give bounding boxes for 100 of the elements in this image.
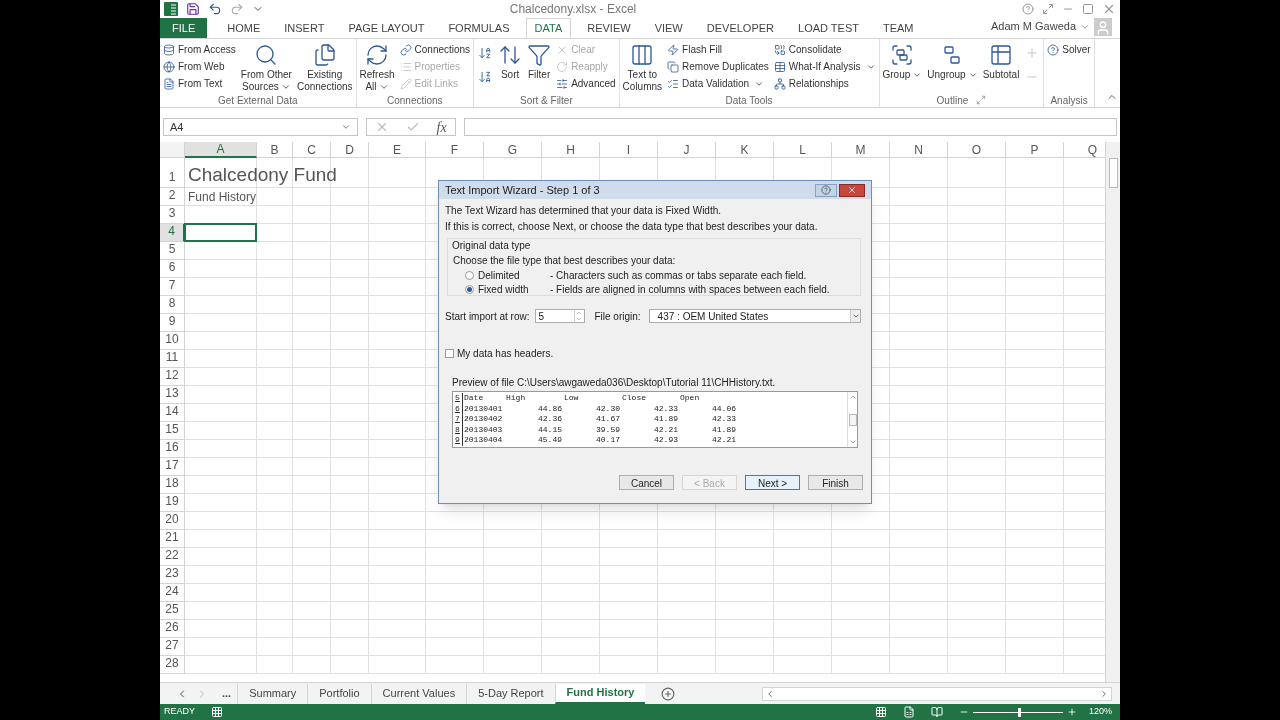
column-header[interactable]: B xyxy=(257,142,293,158)
column-header[interactable]: H xyxy=(542,142,600,158)
column-header[interactable]: J xyxy=(658,142,716,158)
sort-descending-icon[interactable] xyxy=(478,70,493,84)
ribbon-button[interactable]: Consolidate xyxy=(773,41,876,58)
dialog-button[interactable]: Next > xyxy=(745,475,800,490)
row-header[interactable]: 19 xyxy=(160,494,185,512)
ribbon-button[interactable]: Sort xyxy=(498,41,523,81)
ribbon-button[interactable]: Relationships xyxy=(773,75,876,92)
close-button[interactable] xyxy=(839,183,865,197)
file-origin-dropdown[interactable]: 437 : OEM United States xyxy=(648,309,861,323)
ribbon-button[interactable]: From Text xyxy=(163,75,236,92)
zoom-in-icon[interactable] xyxy=(1066,707,1077,717)
formula-input[interactable] xyxy=(464,118,1117,136)
row-header[interactable]: 5 xyxy=(160,242,185,260)
undo-icon[interactable] xyxy=(208,2,222,16)
save-icon[interactable] xyxy=(186,2,200,16)
ribbon-button[interactable]: Ungroup xyxy=(927,41,978,81)
row-header[interactable]: 10 xyxy=(160,332,185,350)
ribbon-tab[interactable]: PAGE LAYOUT xyxy=(340,18,433,38)
scroll-right-icon[interactable] xyxy=(1099,688,1109,699)
spin-down-icon[interactable] xyxy=(575,316,584,322)
radio-button[interactable] xyxy=(465,284,474,294)
active-cell[interactable] xyxy=(184,223,257,242)
radio-label[interactable]: Fixed width xyxy=(478,281,550,297)
row-header[interactable]: 21 xyxy=(160,530,185,548)
column-header[interactable]: G xyxy=(484,142,542,158)
start-row-spinner[interactable]: 5 xyxy=(535,309,586,323)
row-header[interactable]: 12 xyxy=(160,368,185,386)
column-header[interactable]: M xyxy=(832,142,890,158)
insert-function-button[interactable]: fx xyxy=(436,116,447,138)
select-all-corner[interactable] xyxy=(160,142,185,158)
column-header[interactable]: Q xyxy=(1064,142,1105,158)
ribbon-display-icon[interactable] xyxy=(1042,3,1054,15)
ribbon-button[interactable]: What-If Analysis xyxy=(773,58,876,75)
ribbon-button[interactable]: Filter xyxy=(527,41,552,81)
ribbon-button[interactable]: Group xyxy=(882,41,923,81)
row-header[interactable]: 4 xyxy=(160,224,185,242)
row-header[interactable]: 17 xyxy=(160,458,185,476)
row-header[interactable]: 23 xyxy=(160,566,185,584)
page-layout-icon[interactable] xyxy=(902,706,915,718)
row-header[interactable]: 26 xyxy=(160,620,185,638)
ribbon-tab[interactable]: DATA xyxy=(525,18,572,38)
ribbon-tab[interactable]: DEVELOPER xyxy=(698,18,782,38)
row-header[interactable]: 1 xyxy=(160,158,185,188)
ribbon-tab[interactable]: VIEW xyxy=(646,18,691,38)
ribbon-button[interactable]: From Other Sources xyxy=(240,41,292,93)
sheet-tab[interactable]: Fund History xyxy=(554,683,646,704)
row-header[interactable]: 14 xyxy=(160,404,185,422)
redo-icon[interactable] xyxy=(230,2,244,16)
ribbon-tab[interactable]: INSERT xyxy=(276,18,333,38)
row-header[interactable]: 11 xyxy=(160,350,185,368)
row-header[interactable]: 6 xyxy=(160,260,185,278)
row-header[interactable]: 25 xyxy=(160,602,185,620)
column-header[interactable]: P xyxy=(1006,142,1064,158)
row-header[interactable]: 18 xyxy=(160,476,185,494)
enter-icon[interactable] xyxy=(405,120,420,134)
checkbox[interactable] xyxy=(445,348,454,358)
row-header[interactable]: 2 xyxy=(160,188,185,206)
column-header[interactable]: N xyxy=(890,142,948,158)
row-header[interactable]: 15 xyxy=(160,422,185,440)
ribbon-button[interactable]: Connections xyxy=(399,41,471,58)
column-header[interactable]: D xyxy=(331,142,369,158)
checkbox-label[interactable]: My data has headers. xyxy=(457,345,554,361)
horizontal-scrollbar[interactable] xyxy=(762,686,1112,701)
column-header[interactable]: A xyxy=(185,142,257,158)
ribbon-button[interactable]: Data Validation xyxy=(667,75,769,92)
radio-label[interactable]: Delimited xyxy=(478,267,550,283)
ribbon-tab[interactable]: FILE xyxy=(160,18,208,38)
zoom-slider-thumb[interactable] xyxy=(1017,707,1021,717)
row-header[interactable]: 20 xyxy=(160,512,185,530)
new-sheet-icon[interactable] xyxy=(661,686,676,701)
column-header[interactable]: K xyxy=(716,142,774,158)
scroll-left-icon[interactable] xyxy=(765,688,775,699)
ribbon-button[interactable]: Advanced xyxy=(556,75,616,92)
ribbon-button[interactable]: Text to Columns xyxy=(622,41,663,93)
ribbon-button[interactable]: Subtotal xyxy=(982,41,1020,81)
ribbon-tab[interactable]: LOAD TEST xyxy=(790,18,867,38)
scroll-down-icon[interactable] xyxy=(848,438,857,446)
row-header[interactable]: 7 xyxy=(160,278,185,296)
dialog-button[interactable]: Cancel xyxy=(619,475,674,490)
row-header[interactable]: 9 xyxy=(160,314,185,332)
ribbon-button[interactable]: From Web xyxy=(163,58,236,75)
page-break-icon[interactable] xyxy=(930,706,943,718)
row-header[interactable]: 8 xyxy=(160,296,185,314)
vertical-scrollbar[interactable] xyxy=(1105,142,1120,682)
ribbon-button[interactable]: Flash Fill xyxy=(667,41,769,58)
radio-button[interactable] xyxy=(465,270,474,280)
close-icon[interactable] xyxy=(1102,2,1116,16)
row-header[interactable]: 13 xyxy=(160,386,185,404)
help-icon[interactable] xyxy=(1022,3,1034,15)
dialog-button[interactable]: Finish xyxy=(808,475,863,490)
normal-view-icon[interactable] xyxy=(874,706,887,718)
ribbon-button[interactable]: Refresh All xyxy=(359,41,395,93)
row-header[interactable]: 27 xyxy=(160,638,185,656)
more-sheets-button[interactable]: ... xyxy=(216,683,238,704)
column-header[interactable]: O xyxy=(948,142,1006,158)
column-header[interactable]: C xyxy=(293,142,331,158)
macro-recording-icon[interactable] xyxy=(211,706,223,718)
ribbon-button[interactable]: Existing Connections xyxy=(296,41,353,93)
